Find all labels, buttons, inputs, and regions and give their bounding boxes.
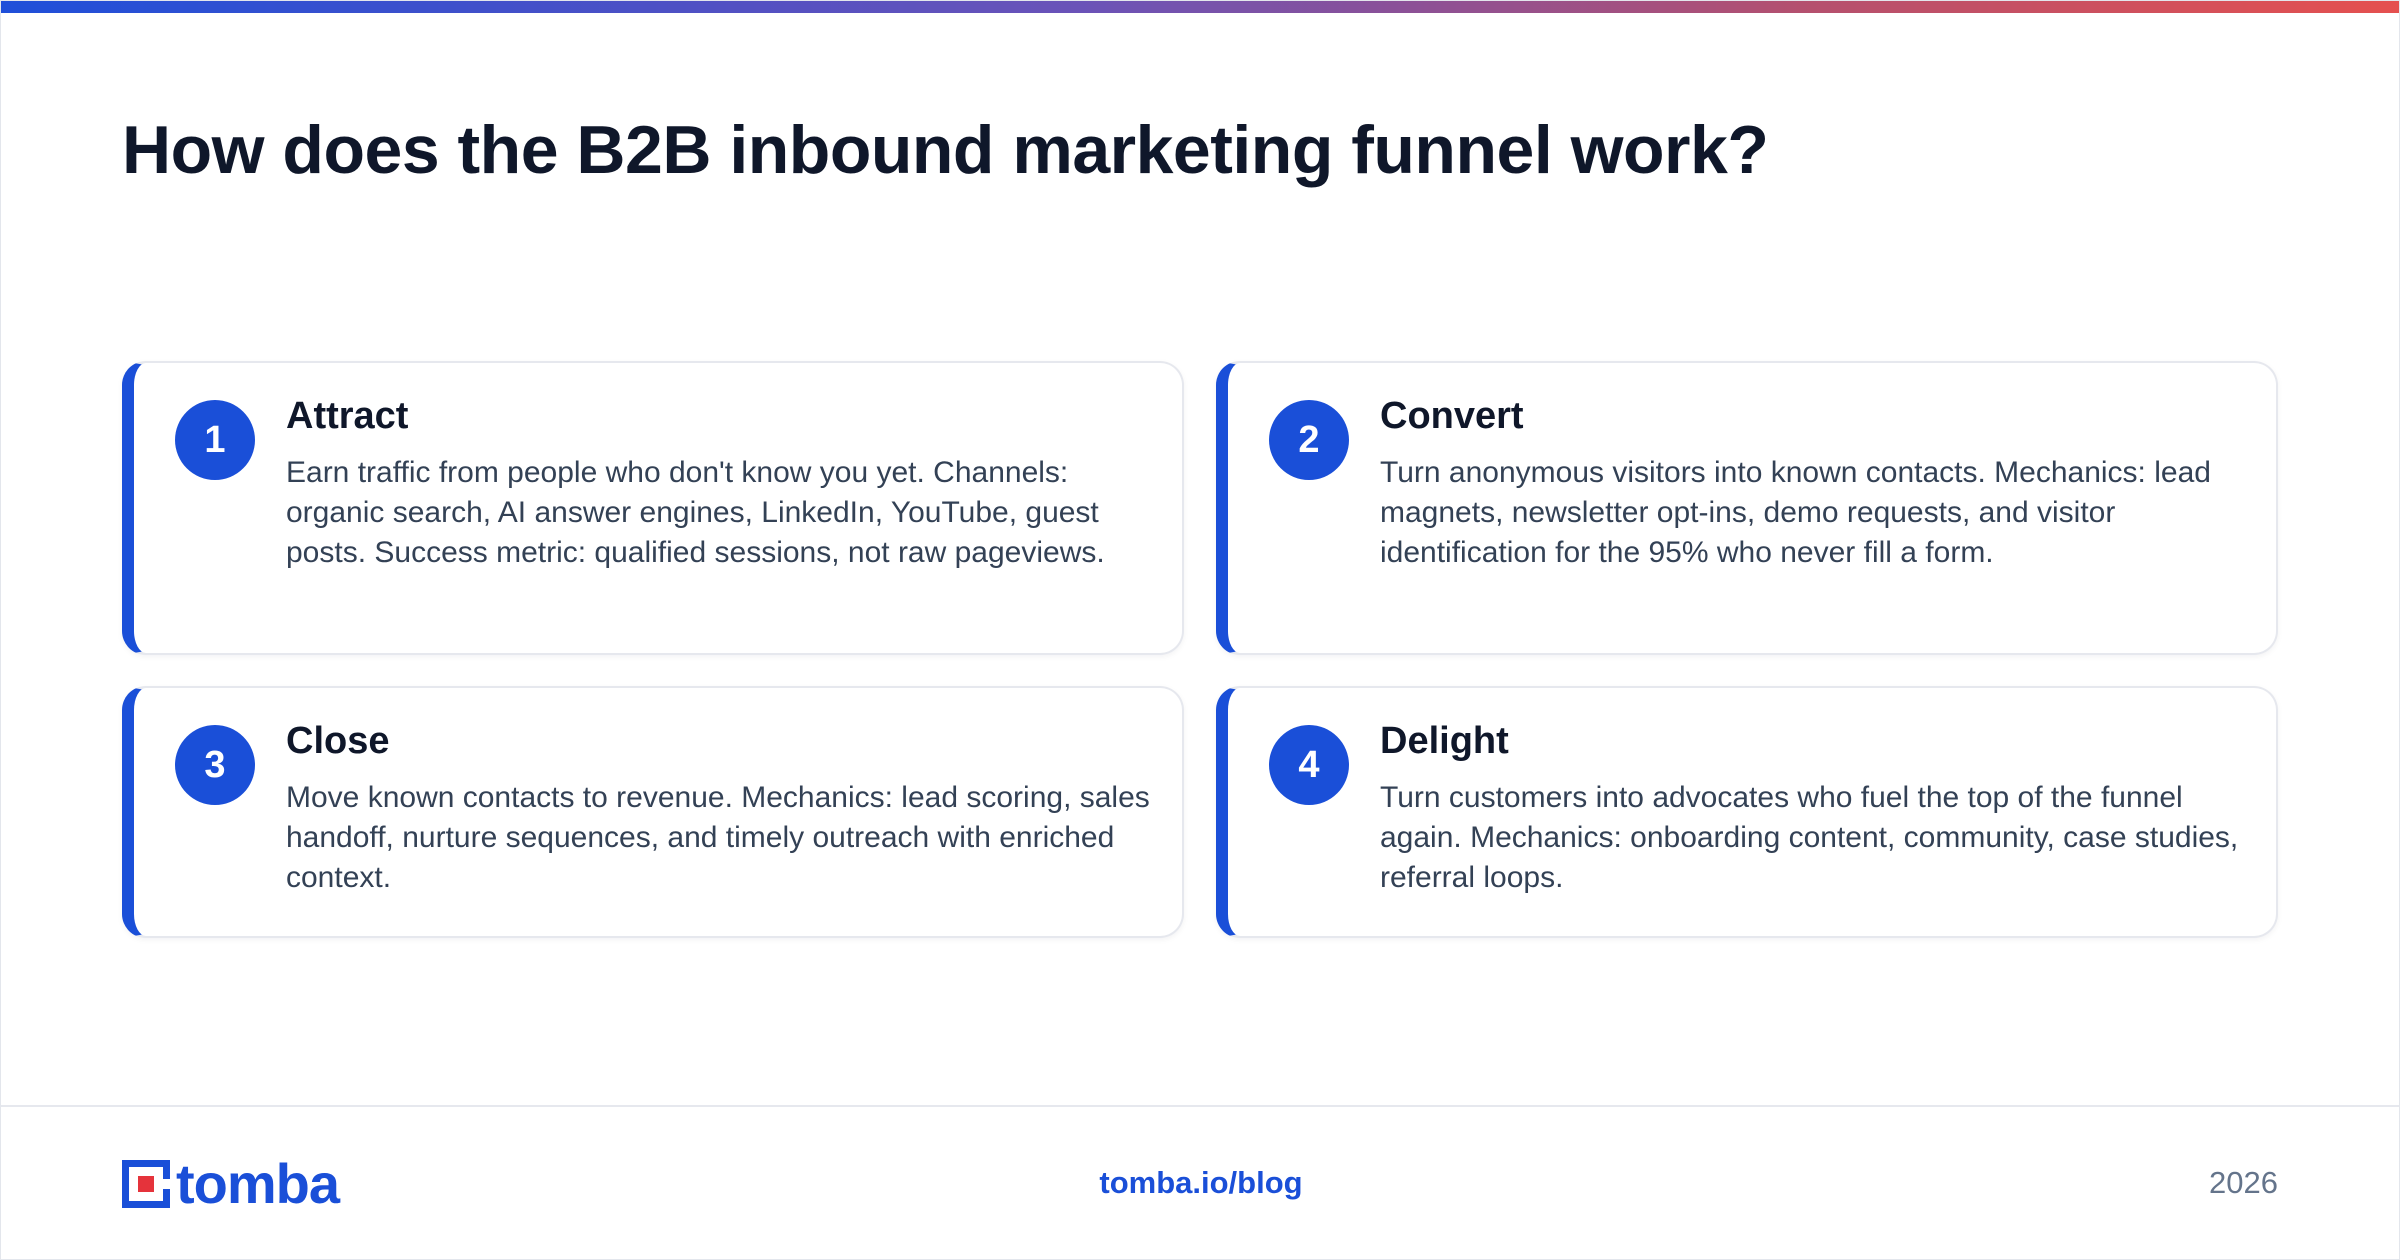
card-title: Close — [286, 720, 390, 762]
gradient-top-bar — [1, 1, 2399, 13]
card-description: Earn traffic from people who don't know … — [286, 456, 1105, 569]
funnel-card-delight: 4 Delight Turn customers into advocates … — [1216, 686, 2278, 938]
step-number-badge: 2 — [1269, 400, 1349, 480]
step-number-badge: 3 — [175, 725, 255, 805]
card-title: Delight — [1380, 720, 1509, 762]
page-title: How does the B2B inbound marketing funne… — [122, 112, 1769, 188]
step-number-badge: 1 — [175, 400, 255, 480]
blog-link[interactable]: tomba.io/blog — [1, 1165, 2399, 1201]
card-description: Move known contacts to revenue. Mechanic… — [286, 781, 1150, 894]
funnel-card-close: 3 Close Move known contacts to revenue. … — [122, 686, 1184, 938]
step-number-badge: 4 — [1269, 725, 1349, 805]
card-description: Turn anonymous visitors into known conta… — [1380, 456, 2211, 569]
card-description: Turn customers into advocates who fuel t… — [1380, 781, 2239, 894]
funnel-card-attract: 1 Attract Earn traffic from people who d… — [122, 361, 1184, 655]
card-title: Convert — [1380, 395, 1524, 437]
footer-divider — [1, 1105, 2399, 1107]
page: How does the B2B inbound marketing funne… — [0, 0, 2400, 1260]
card-title: Attract — [286, 395, 409, 437]
funnel-card-convert: 2 Convert Turn anonymous visitors into k… — [1216, 361, 2278, 655]
footer-year: 2026 — [2209, 1165, 2278, 1200]
